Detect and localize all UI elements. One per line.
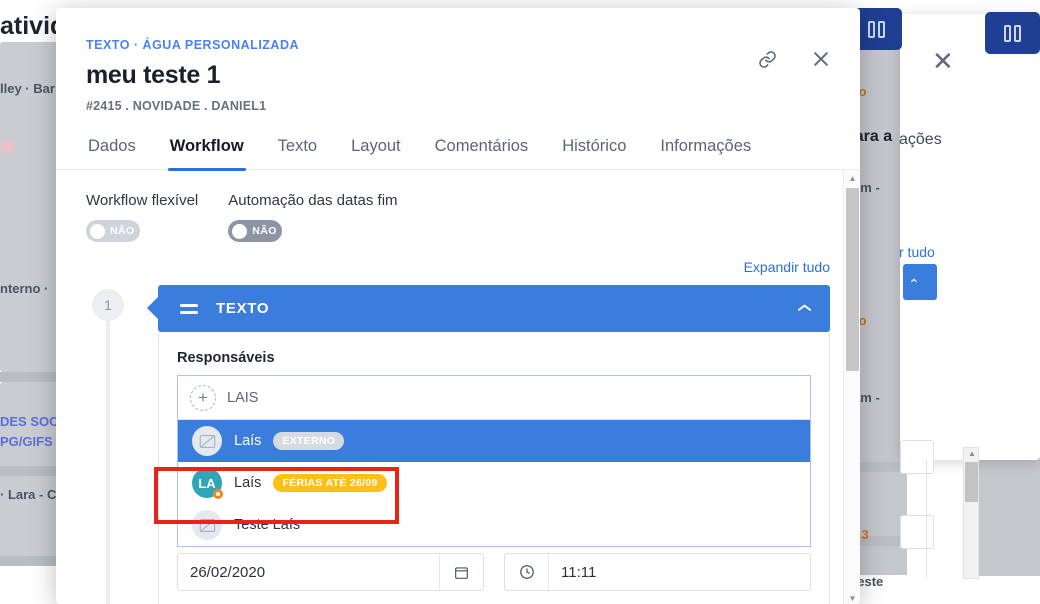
- tab-dados[interactable]: Dados: [86, 133, 138, 169]
- broken-image-icon: [192, 510, 222, 540]
- bg-avatar-dot: [0, 140, 14, 154]
- avatar: LA: [192, 468, 223, 499]
- calendar-icon[interactable]: [439, 554, 483, 590]
- status-badge: FÉRIAS ATÉ 26/09: [273, 474, 387, 492]
- toggle-group-workflow-flexivel: Workflow flexível NÃO: [86, 192, 198, 242]
- scroll-up-arrow[interactable]: ▲: [844, 170, 860, 187]
- toggle-label: Automação das datas fim: [228, 192, 398, 209]
- list-item[interactable]: Laís EXTERNO: [178, 420, 810, 462]
- ghost-scroll-thumb[interactable]: [965, 462, 978, 502]
- step-card: TEXTO Responsáveis + LAIS Laís EXTERNO L…: [147, 285, 830, 604]
- option-name: Laís: [234, 433, 262, 449]
- bg-divider: [0, 556, 62, 566]
- bg-text-fragment: nterno ·: [0, 281, 49, 296]
- ghost-input: [900, 515, 934, 549]
- toggle-group-automacao-datas-fim: Automação das datas fim NÃO: [228, 192, 398, 242]
- status-badge: EXTERNO: [273, 432, 345, 450]
- modal-header: TEXTO · ÁGUA PERSONALIZADA meu teste 1 #…: [56, 8, 860, 113]
- scroll-thumb[interactable]: [846, 188, 859, 371]
- tab-workflow[interactable]: Workflow: [167, 133, 246, 171]
- toggle-automacao-datas-fim[interactable]: NÃO: [228, 220, 283, 242]
- bg-text-fragment: DES SOCI: [0, 414, 63, 429]
- tab-historico[interactable]: Histórico: [560, 133, 628, 169]
- step-connector-line: [106, 319, 110, 604]
- list-item[interactable]: LA Laís FÉRIAS ATÉ 26/09: [178, 462, 810, 504]
- modal-body: Workflow flexível NÃO Automação das data…: [56, 170, 860, 604]
- avatar-initials: LA: [198, 475, 216, 491]
- breadcrumb: TEXTO · ÁGUA PERSONALIZADA: [86, 38, 300, 52]
- bg-divider: [926, 460, 927, 578]
- workflow-panel: Workflow flexível NÃO Automação das data…: [64, 192, 830, 604]
- step-title: TEXTO: [216, 300, 270, 317]
- toggle-workflow-flexivel[interactable]: NÃO: [86, 220, 140, 242]
- bg-divider: [0, 466, 62, 476]
- ghost-scrollbar[interactable]: ▲: [963, 447, 979, 579]
- toggle-knob: [232, 223, 248, 239]
- status-dot-icon: [213, 489, 223, 499]
- modal-tabs: Dados Workflow Texto Layout Comentários …: [56, 133, 860, 171]
- bg-text-fragment: lley · Bar: [0, 81, 55, 96]
- screenshot-root: ativid lley · Bar nterno · DES SOCI PG/G…: [0, 0, 1040, 604]
- page-title: meu teste 1: [86, 61, 221, 89]
- toggles-row: Workflow flexível NÃO Automação das data…: [86, 192, 830, 242]
- time-value[interactable]: 11:11: [549, 564, 810, 581]
- split-columns-icon[interactable]: [985, 12, 1040, 54]
- scroll-down-arrow[interactable]: ▼: [844, 590, 860, 604]
- datetime-row: 26/02/2020 11:11: [177, 553, 811, 591]
- task-detail-modal: TEXTO · ÁGUA PERSONALIZADA meu teste 1 #…: [56, 8, 860, 604]
- bg-text-fragment: PG/GIFS +: [0, 434, 64, 449]
- responsaveis-label: Responsáveis: [177, 350, 275, 366]
- clock-icon[interactable]: [505, 554, 549, 590]
- option-name: Teste Laís: [234, 517, 301, 533]
- ghost-input: [900, 440, 934, 474]
- list-item[interactable]: Teste Laís: [178, 504, 810, 546]
- step-panel: Responsáveis + LAIS Laís EXTERNO LA Laís…: [154, 332, 830, 604]
- date-value[interactable]: 26/02/2020: [178, 564, 439, 581]
- ghost-modal: [900, 14, 1040, 460]
- drag-handle-icon[interactable]: [180, 303, 198, 314]
- chevron-up-icon[interactable]: [797, 301, 812, 317]
- tab-layout[interactable]: Layout: [349, 133, 403, 169]
- close-icon[interactable]: [808, 46, 834, 72]
- header-actions: [754, 46, 834, 72]
- responsaveis-combobox: + LAIS Laís EXTERNO LA Laís FÉRIAS ATÉ 2…: [154, 375, 811, 547]
- link-icon[interactable]: [754, 46, 780, 72]
- bg-text-fragment: · Lara - C: [0, 487, 57, 502]
- workflow-step-1: 1 TEXTO Responsáveis + LAIS Laís EXTERNO…: [86, 285, 830, 604]
- bg-divider: [0, 372, 62, 382]
- responsaveis-input-row[interactable]: + LAIS: [177, 375, 811, 419]
- search-input[interactable]: LAIS: [227, 390, 258, 406]
- close-icon[interactable]: ✕: [932, 48, 954, 74]
- ghost-expand-link[interactable]: r tudo: [899, 244, 935, 260]
- ghost-tab-label: ações: [899, 131, 942, 148]
- time-field[interactable]: 11:11: [504, 553, 811, 591]
- page-subtitle: #2415 . NOVIDADE . DANIEL1: [86, 99, 267, 113]
- tab-texto[interactable]: Texto: [276, 133, 319, 169]
- toggle-label: Workflow flexível: [86, 192, 199, 209]
- step-number-badge: 1: [92, 289, 124, 321]
- step-header[interactable]: TEXTO: [147, 285, 830, 332]
- broken-image-icon: [192, 426, 222, 456]
- scroll-up-arrow[interactable]: ▲: [968, 449, 976, 458]
- toggle-knob: [90, 223, 105, 239]
- expand-all-link[interactable]: Expandir tudo: [744, 259, 830, 275]
- tab-comentarios[interactable]: Comentários: [433, 133, 531, 169]
- expand-all-row: Expandir tudo: [86, 259, 830, 277]
- modal-scrollbar[interactable]: ▲ ▼: [843, 170, 860, 604]
- toggle-value: NÃO: [252, 225, 277, 237]
- date-field[interactable]: 26/02/2020: [177, 553, 484, 591]
- chevron-up-icon: ⌃: [908, 276, 920, 292]
- toggle-value: NÃO: [110, 225, 135, 237]
- responsaveis-options-list: Laís EXTERNO LA Laís FÉRIAS ATÉ 26/09 Te…: [177, 419, 811, 547]
- tab-informacoes[interactable]: Informações: [658, 133, 753, 169]
- option-name: Laís: [234, 475, 262, 491]
- plus-circle-icon[interactable]: +: [190, 384, 216, 411]
